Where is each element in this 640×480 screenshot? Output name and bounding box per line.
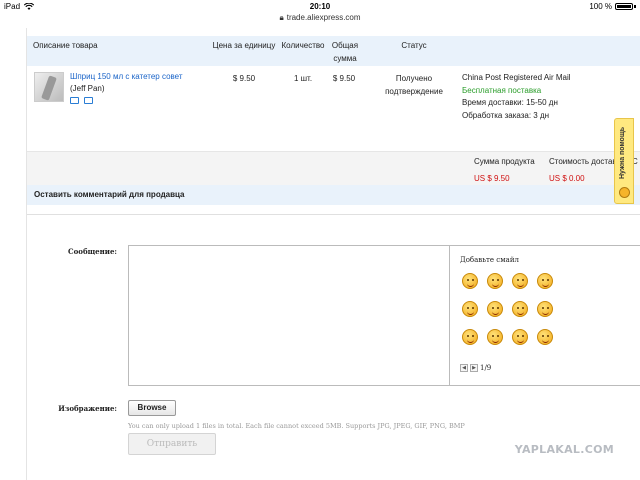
snapshot-icon[interactable] [70, 97, 79, 104]
emoji-panel: Добавьте смайл ◀ ▶ 1/9 [450, 245, 640, 386]
help-tab[interactable]: Нужна помощь [614, 118, 634, 204]
emoji-panel-title: Добавьте смайл [460, 256, 519, 264]
header-total-line2: сумма [333, 54, 357, 63]
battery-percent: 100 % [589, 2, 612, 11]
header-unit-price: Цена за единицу [212, 41, 276, 50]
comment-section-title: Оставить комментарий для продавца [27, 185, 640, 205]
battery-icon [615, 3, 633, 10]
emoji-pager: ◀ ▶ 1/9 [460, 364, 491, 372]
shipping-method: China Post Registered Air Mail [462, 73, 571, 82]
order-table-header: Описание товара Цена за единицу Количест… [27, 36, 640, 66]
watermark: YAPLAKAL.COM [514, 443, 614, 456]
next-page-icon[interactable]: ▶ [470, 364, 478, 372]
battery-tip [634, 5, 636, 8]
crab-emoji-icon[interactable] [487, 329, 503, 345]
comment-form: Сообщение: Добавьте смайл ◀ ▶ 1/9 Изобра… [27, 214, 640, 480]
message-label: Сообщение: [68, 247, 117, 256]
angry-emoji-icon[interactable] [487, 301, 503, 317]
laugh-emoji-icon[interactable] [512, 301, 528, 317]
grin-emoji-icon[interactable] [512, 329, 528, 345]
header-quantity: Количество [281, 41, 325, 50]
unit-price: $ 9.50 [232, 74, 256, 83]
emoji-page-indicator: 1/9 [480, 364, 492, 372]
help-tab-label: Нужна помощь [619, 126, 626, 179]
header-total: Общая сумма [325, 39, 365, 65]
product-sum-label: Сумма продукта [474, 157, 535, 166]
free-shipping: Бесплатная поставка [462, 85, 542, 95]
quantity-value: 1 шт. [293, 74, 313, 83]
product-icons [70, 97, 93, 104]
seller-name: (Jeff Pan) [70, 84, 105, 93]
order-page: Описание товара Цена за единицу Количест… [26, 28, 640, 480]
syringe-image [41, 75, 57, 101]
giggle-emoji-icon[interactable] [537, 329, 553, 345]
table-row: Шприц 150 мл с катетер совет (Jeff Pan) … [27, 66, 640, 152]
cry-emoji-icon[interactable] [462, 301, 478, 317]
shy-emoji-icon[interactable] [537, 273, 553, 289]
order-totals: Сумма продукта US $ 9.50 Стоимость доста… [27, 152, 640, 188]
header-status: Статус [401, 41, 427, 50]
product-link[interactable]: Шприц 150 мл с катетер совет [70, 72, 183, 81]
prev-page-icon[interactable]: ◀ [460, 364, 468, 372]
smile-emoji-icon[interactable] [462, 273, 478, 289]
address-bar[interactable]: 🔒︎ trade.aliexpress.com [0, 13, 640, 24]
wink-emoji-icon[interactable] [487, 273, 503, 289]
support-face-icon [619, 187, 630, 198]
header-total-line1: Общая [331, 41, 359, 50]
submit-button[interactable]: Отправить [128, 433, 216, 455]
status-bar: iPad 20:10 100 % [0, 0, 640, 13]
product-sum-value: US $ 9.50 [474, 174, 510, 183]
upload-hint: You can only upload 1 files in total. Ea… [128, 422, 465, 430]
image-label: Изображение: [58, 404, 117, 413]
message-input[interactable] [128, 245, 450, 386]
sleep-emoji-icon[interactable] [462, 329, 478, 345]
processing-time: Обработка заказа: 3 дн [462, 110, 550, 120]
url-text: trade.aliexpress.com [286, 13, 361, 22]
status-line1: Получено [395, 74, 433, 83]
blush-emoji-icon[interactable] [537, 301, 553, 317]
status-right: 100 % [589, 2, 636, 11]
line-total: $ 9.50 [332, 74, 356, 83]
header-description: Описание товара [33, 41, 98, 50]
product-thumbnail[interactable] [34, 72, 64, 102]
shipping-info: China Post Registered Air Mail Бесплатна… [462, 72, 571, 122]
status-line2: подтверждение [385, 87, 443, 96]
tongue-emoji-icon[interactable] [512, 273, 528, 289]
order-status: Получено подтверждение [377, 72, 451, 98]
clock: 20:10 [309, 2, 331, 11]
cart-icon[interactable] [84, 97, 93, 104]
delivery-time: Время доставки: 15-50 дн [462, 98, 558, 107]
browse-button[interactable]: Browse [128, 400, 176, 416]
lock-icon: 🔒︎ [279, 13, 284, 22]
shipping-cost-value: US $ 0.00 [549, 174, 585, 183]
